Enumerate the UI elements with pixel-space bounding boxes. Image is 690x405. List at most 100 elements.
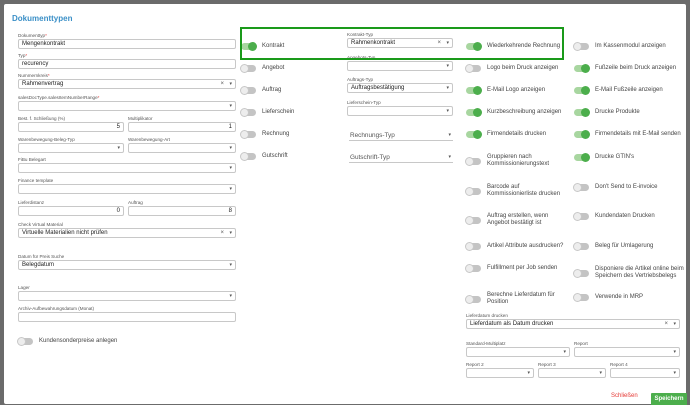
finance-template-select[interactable]: ▾: [18, 184, 236, 194]
close-button[interactable]: Schließen: [611, 393, 638, 399]
toggle-switch[interactable]: [240, 152, 256, 161]
toggle-switch[interactable]: [465, 186, 481, 196]
fibu-belegart-select[interactable]: ▾: [18, 163, 236, 173]
chevron-down-icon[interactable]: ▾: [448, 153, 451, 161]
toggle-switch[interactable]: [573, 268, 589, 278]
chevron-down-icon[interactable]: ▾: [446, 107, 449, 115]
chevron-down-icon[interactable]: ▾: [673, 320, 676, 328]
toggle-switch[interactable]: [574, 153, 590, 162]
toggle-rechnung[interactable]: Rechnung: [240, 130, 289, 139]
chevron-down-icon[interactable]: ▾: [673, 369, 676, 377]
toggle-switch[interactable]: [573, 293, 589, 302]
check-virtual-material-select[interactable]: Virtuelle Materialien nicht prüfen × ▾: [18, 228, 236, 238]
typ-input[interactable]: recurency: [18, 59, 236, 69]
toggle-switch[interactable]: [574, 130, 590, 139]
kundensonderpreise-toggle[interactable]: Kundensonderpreise anlegen: [17, 337, 117, 346]
toggle-disponiere[interactable]: Disponiere die Artikel online beim Speic…: [573, 266, 687, 280]
archiv-aufbewahrung-input[interactable]: [18, 312, 236, 322]
toggle-switch[interactable]: [465, 156, 481, 166]
toggle-kassenmodul[interactable]: Im Kassenmodul anzeigen: [573, 42, 666, 51]
clear-icon[interactable]: ×: [220, 80, 224, 88]
toggle-switch[interactable]: [466, 130, 482, 139]
toggle-email-logo[interactable]: E-Mail Logo anzeigen: [466, 86, 545, 95]
chevron-down-icon[interactable]: ▾: [117, 144, 120, 152]
toggle-fusszeile-druck[interactable]: Fußzeile beim Druck anzeigen: [574, 64, 676, 73]
chevron-down-icon[interactable]: ▾: [229, 102, 232, 110]
toggle-drucke-produkte[interactable]: Drucke Produkte: [574, 108, 640, 117]
toggle-switch[interactable]: [240, 108, 256, 117]
clear-icon[interactable]: ×: [664, 320, 668, 328]
chevron-down-icon[interactable]: ▾: [229, 144, 232, 152]
toggle-kurzbeschreibung[interactable]: Kurzbeschreibung anzeigen: [466, 108, 561, 117]
report-select[interactable]: ▾: [574, 347, 680, 357]
chevron-down-icon[interactable]: ▾: [599, 369, 602, 377]
toggle-firmendetails-drucken[interactable]: Firmendetails drucken: [466, 130, 546, 139]
save-button[interactable]: Speichern: [651, 393, 687, 405]
report4-select[interactable]: ▾: [610, 368, 680, 378]
chevron-down-icon[interactable]: ▾: [229, 164, 232, 172]
toggle-switch[interactable]: [240, 130, 256, 139]
auftrag-input[interactable]: 8: [128, 206, 236, 216]
angebots-typ-select[interactable]: ▾: [347, 61, 453, 71]
chevron-down-icon[interactable]: ▾: [229, 80, 232, 88]
toggle-switch[interactable]: [574, 86, 590, 95]
chevron-down-icon[interactable]: ▾: [563, 348, 566, 356]
toggle-switch[interactable]: [573, 42, 589, 51]
sales-doc-type-select[interactable]: ▾: [18, 101, 236, 111]
toggle-umlagerung[interactable]: Beleg für Umlagerung: [573, 242, 653, 251]
toggle-kundendaten[interactable]: Kundendaten Drucken: [573, 212, 655, 221]
report3-select[interactable]: ▾: [538, 368, 606, 378]
chevron-down-icon[interactable]: ▾: [229, 292, 232, 300]
toggle-switch[interactable]: [574, 108, 590, 117]
nummernkreis-select[interactable]: Rahmenvertrag × ▾: [18, 79, 236, 89]
clear-icon[interactable]: ×: [220, 229, 224, 237]
rechnungs-typ-select[interactable]: Rechnungs-Typ ▾: [349, 131, 453, 141]
toggle-firmendetails-email[interactable]: Firmendetails mit E-Mail senden: [574, 130, 681, 139]
datum-preis-suche-select[interactable]: Belegdatum ▾: [18, 260, 236, 270]
toggle-switch[interactable]: [465, 242, 481, 251]
toggle-switch[interactable]: [17, 337, 33, 346]
chevron-down-icon[interactable]: ▾: [673, 348, 676, 356]
dokumenttyp-input[interactable]: Mengenkontrakt: [18, 39, 236, 49]
toggle-switch[interactable]: [240, 86, 256, 95]
gutschrift-typ-select[interactable]: Gutschrift-Typ ▾: [349, 153, 453, 163]
multiplikator-input[interactable]: 1: [128, 122, 236, 132]
lieferschein-typ-select[interactable]: ▾: [347, 106, 453, 116]
toggle-switch[interactable]: [465, 215, 481, 225]
toggle-switch[interactable]: [465, 264, 481, 273]
chevron-down-icon[interactable]: ▾: [448, 131, 451, 139]
chevron-down-icon[interactable]: ▾: [229, 229, 232, 237]
toggle-lieferschein[interactable]: Lieferschein: [240, 108, 294, 117]
warenbewegung-beleg-typ-select[interactable]: ▾: [18, 143, 124, 153]
chevron-down-icon[interactable]: ▾: [446, 62, 449, 70]
best-schliessung-input[interactable]: 5: [18, 122, 124, 132]
warenbewegung-art-select[interactable]: ▾: [128, 143, 236, 153]
toggle-auftrag-erstellen[interactable]: Auftrag erstellen, wenn Angebot bestätig…: [465, 213, 569, 227]
toggle-drucke-gtins[interactable]: Drucke GTIN's: [574, 153, 634, 162]
chevron-down-icon[interactable]: ▾: [229, 261, 232, 269]
toggle-einvoice[interactable]: Don't Send to E-invoice: [573, 183, 658, 192]
toggle-switch[interactable]: [466, 86, 482, 95]
toggle-switch[interactable]: [574, 64, 590, 73]
toggle-switch[interactable]: [466, 108, 482, 117]
toggle-gutschrift[interactable]: Gutschrift: [240, 152, 288, 161]
chevron-down-icon[interactable]: ▾: [446, 84, 449, 92]
toggle-fulfillment[interactable]: Fulfillment per Job senden: [465, 264, 557, 273]
standard-multiplatz-select[interactable]: ▾: [466, 347, 570, 357]
toggle-logo-druck[interactable]: Logo beim Druck anzeigen: [465, 64, 558, 73]
toggle-angebot[interactable]: Angebot: [240, 64, 284, 73]
lieferdistanz-input[interactable]: 0: [18, 206, 124, 216]
toggle-auftrag[interactable]: Auftrag: [240, 86, 281, 95]
lager-select[interactable]: ▾: [18, 291, 236, 301]
chevron-down-icon[interactable]: ▾: [229, 185, 232, 193]
toggle-lieferdatum-position[interactable]: Berechne Lieferdatum für Position: [465, 292, 559, 306]
toggle-switch[interactable]: [573, 183, 589, 192]
toggle-switch[interactable]: [465, 64, 481, 73]
report2-select[interactable]: ▾: [466, 368, 534, 378]
auftrags-typ-select[interactable]: Auftragsbestätigung ▾: [347, 83, 453, 93]
toggle-barcode[interactable]: Barcode auf Kommissionierliste drucken: [465, 184, 567, 198]
toggle-mrp[interactable]: Verwende in MRP: [573, 293, 643, 302]
toggle-gruppieren[interactable]: Gruppieren nach Kommissionierungstext: [465, 154, 559, 168]
toggle-switch[interactable]: [240, 64, 256, 73]
toggle-email-fusszeile[interactable]: E-Mail Fußzeile anzeigen: [574, 86, 663, 95]
